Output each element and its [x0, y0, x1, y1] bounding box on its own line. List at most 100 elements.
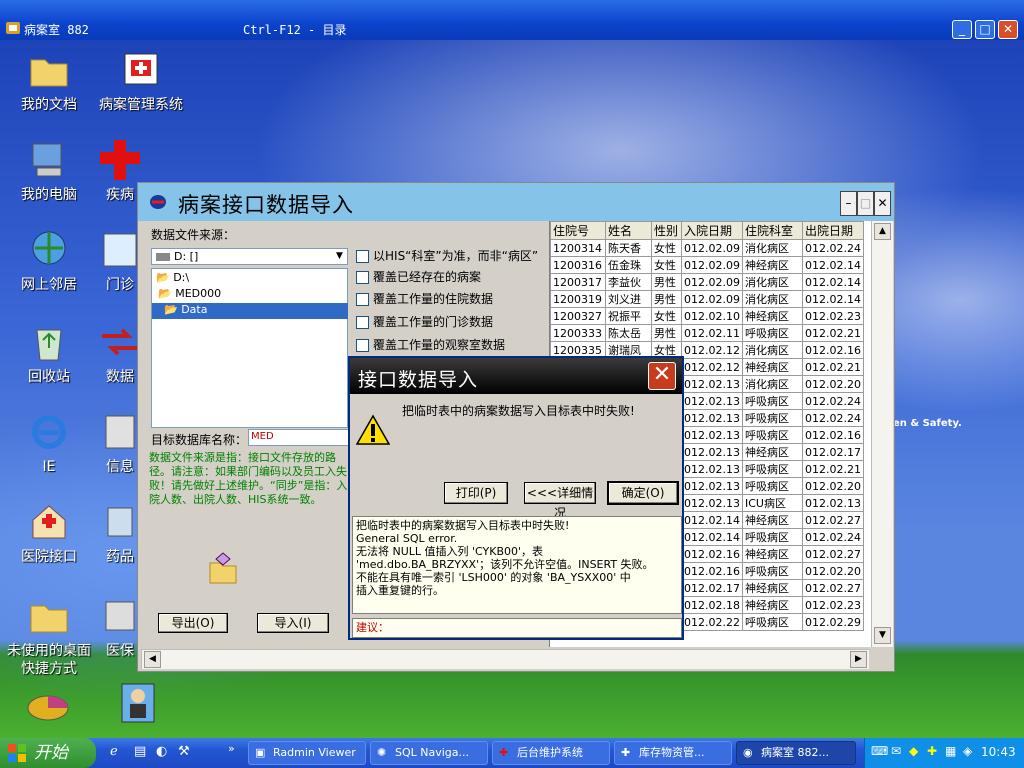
table-cell[interactable]: 012.02.14 [681, 528, 743, 546]
table-cell[interactable]: 1200333 [550, 324, 606, 342]
details-button[interactable]: <<<详细情况 [524, 482, 596, 520]
table-row[interactable]: 1200319 刘义进 男性 012.02.09 消化病区 012.02.14 [550, 290, 864, 308]
taskbar-item-inventory[interactable]: ✚ 库存物资管... [614, 741, 732, 765]
table-cell[interactable]: 神经病区 [741, 256, 803, 274]
desktop-icon-pharmacy[interactable]: 药品 [98, 500, 142, 566]
table-cell[interactable]: 012.02.12 [681, 358, 743, 376]
quick-launch-desktop-icon[interactable]: ▤ [134, 744, 146, 759]
table-row[interactable]: 1200314 陈天香 女性 012.02.09 消化病区 012.02.24 [550, 239, 864, 257]
checkbox[interactable] [356, 339, 369, 352]
checkbox[interactable] [356, 293, 369, 306]
desktop-icon-network[interactable]: 网上邻居 [6, 228, 92, 294]
table-cell[interactable]: 012.02.14 [681, 511, 743, 529]
table-cell[interactable]: 012.02.18 [681, 596, 743, 614]
table-cell[interactable]: 012.02.21 [801, 460, 864, 478]
table-vertical-scrollbar[interactable]: ▲ ▼ [871, 221, 893, 647]
table-cell[interactable]: 呼吸病区 [741, 324, 803, 342]
table-cell[interactable]: 消化病区 [741, 273, 803, 291]
table-cell[interactable]: 女性 [651, 256, 682, 274]
table-cell[interactable]: 012.02.16 [681, 562, 743, 580]
print-button[interactable]: 打印(P) [444, 482, 508, 504]
table-cell[interactable]: 012.02.11 [681, 324, 743, 342]
table-cell[interactable]: 呼吸病区 [741, 477, 803, 495]
drive-select[interactable]: D: [] ▼ [151, 248, 348, 265]
table-cell[interactable]: 012.02.24 [801, 528, 864, 546]
col-header-discharge-date[interactable]: 出院日期 [801, 221, 864, 240]
table-cell[interactable]: 012.02.16 [801, 426, 864, 444]
volume-icon[interactable]: ◈ [963, 744, 972, 758]
table-cell[interactable]: 1200317 [550, 273, 606, 291]
checkbox[interactable] [356, 271, 369, 284]
desktop-icon-recycle-bin[interactable]: 回收站 [6, 320, 92, 386]
taskbar-item-backend[interactable]: ✚ 后台维护系统 [492, 741, 610, 765]
window-close-button[interactable]: ✕ [874, 191, 891, 216]
table-cell[interactable]: 祝振平 [605, 307, 652, 325]
table-cell[interactable]: 呼吸病区 [741, 426, 803, 444]
table-cell[interactable]: 男性 [651, 324, 682, 342]
table-cell[interactable]: 012.02.24 [801, 392, 864, 410]
option-overwrite-inpatient[interactable]: 覆盖工作量的住院数据 [356, 290, 493, 307]
tree-item-drive[interactable]: 📂 D:\ [156, 271, 189, 284]
table-row[interactable]: 1200317 李益伙 男性 012.02.09 消化病区 012.02.14 [550, 273, 864, 291]
desktop-icon-outpatient[interactable]: 门诊 [98, 228, 142, 294]
option-his-department[interactable]: 以HIS“科室”为准，而非“病区” [356, 247, 548, 264]
chevron-down-icon[interactable]: ▼ [332, 249, 347, 264]
table-cell[interactable]: 012.02.23 [801, 596, 864, 614]
table-cell[interactable]: 陈太岳 [605, 324, 652, 342]
table-cell[interactable]: 012.02.14 [801, 256, 864, 274]
table-cell[interactable]: 012.02.13 [681, 409, 743, 427]
desktop-icon-disease[interactable]: 疾病 [98, 138, 142, 204]
desktop-icon-ie[interactable]: IE [6, 410, 92, 476]
table-cell[interactable]: 012.02.13 [681, 443, 743, 461]
table-cell[interactable]: 陈天香 [605, 239, 652, 257]
table-cell[interactable]: 1200319 [550, 290, 606, 308]
quick-launch-overflow-icon[interactable]: » [228, 742, 235, 755]
table-cell[interactable]: 012.02.20 [801, 562, 864, 580]
desktop-icon-hospital-interface[interactable]: 医院接口 [6, 500, 92, 566]
export-button[interactable]: 导出(O) [158, 613, 228, 633]
table-cell[interactable]: 012.02.22 [681, 613, 743, 631]
table-cell[interactable]: 012.02.13 [801, 494, 864, 512]
table-cell[interactable]: 消化病区 [741, 375, 803, 393]
desktop-icon-medical-records[interactable]: 病案管理系统 [98, 48, 184, 114]
taskbar-item-medical-record-room[interactable]: ◉ 病案室 882... [736, 741, 856, 765]
desktop-icon-data[interactable]: 数据 [98, 320, 142, 386]
scroll-left-icon[interactable]: ◀ [144, 651, 161, 668]
table-cell[interactable]: 神经病区 [741, 596, 803, 614]
db-name-input[interactable]: MED [248, 429, 350, 446]
col-header-department[interactable]: 住院科室 [741, 221, 803, 240]
horizontal-scrollbar[interactable]: ◀ ▶ [141, 649, 869, 669]
table-cell[interactable]: 呼吸病区 [741, 409, 803, 427]
table-cell[interactable]: 呼吸病区 [741, 460, 803, 478]
folder-tree[interactable]: 📂 D:\ 📂 MED000 📂 Data [151, 268, 348, 428]
display-icon[interactable]: ▦ [945, 744, 956, 758]
table-cell[interactable]: 012.02.09 [681, 290, 743, 308]
table-cell[interactable]: 012.02.20 [801, 477, 864, 495]
desktop-icon-medical-insurance[interactable]: 医保 [98, 594, 142, 660]
window-minimize-button[interactable]: – [840, 191, 857, 216]
table-cell[interactable]: 女性 [651, 239, 682, 257]
window-maximize-button[interactable]: □ [857, 191, 874, 216]
quick-launch-tool-icon[interactable]: ⚒ [178, 744, 190, 759]
col-header-sex[interactable]: 性别 [651, 221, 682, 240]
table-cell[interactable]: ICU病区 [741, 494, 803, 512]
table-cell[interactable]: 012.02.14 [801, 290, 864, 308]
table-cell[interactable]: 012.02.17 [801, 443, 864, 461]
table-cell[interactable]: 伍金珠 [605, 256, 652, 274]
col-header-name[interactable]: 姓名 [605, 221, 652, 240]
table-cell[interactable]: 女性 [651, 307, 682, 325]
tree-item-med000[interactable]: 📂 MED000 [158, 287, 221, 300]
quick-launch-ie-icon[interactable]: ℯ [110, 744, 118, 759]
start-button[interactable]: 开始 [0, 738, 96, 768]
table-cell[interactable]: 012.02.29 [801, 613, 864, 631]
table-cell[interactable]: 神经病区 [741, 307, 803, 325]
table-cell[interactable]: 012.02.10 [681, 307, 743, 325]
table-cell[interactable]: 神经病区 [741, 358, 803, 376]
table-cell[interactable]: 012.02.27 [801, 579, 864, 597]
table-cell[interactable]: 呼吸病区 [741, 528, 803, 546]
mail-icon[interactable]: ✉ [891, 744, 901, 758]
option-overwrite-records[interactable]: 覆盖已经存在的病案 [356, 268, 481, 285]
table-cell[interactable]: 012.02.13 [681, 375, 743, 393]
table-cell[interactable]: 012.02.17 [681, 579, 743, 597]
table-cell[interactable]: 012.02.27 [801, 545, 864, 563]
